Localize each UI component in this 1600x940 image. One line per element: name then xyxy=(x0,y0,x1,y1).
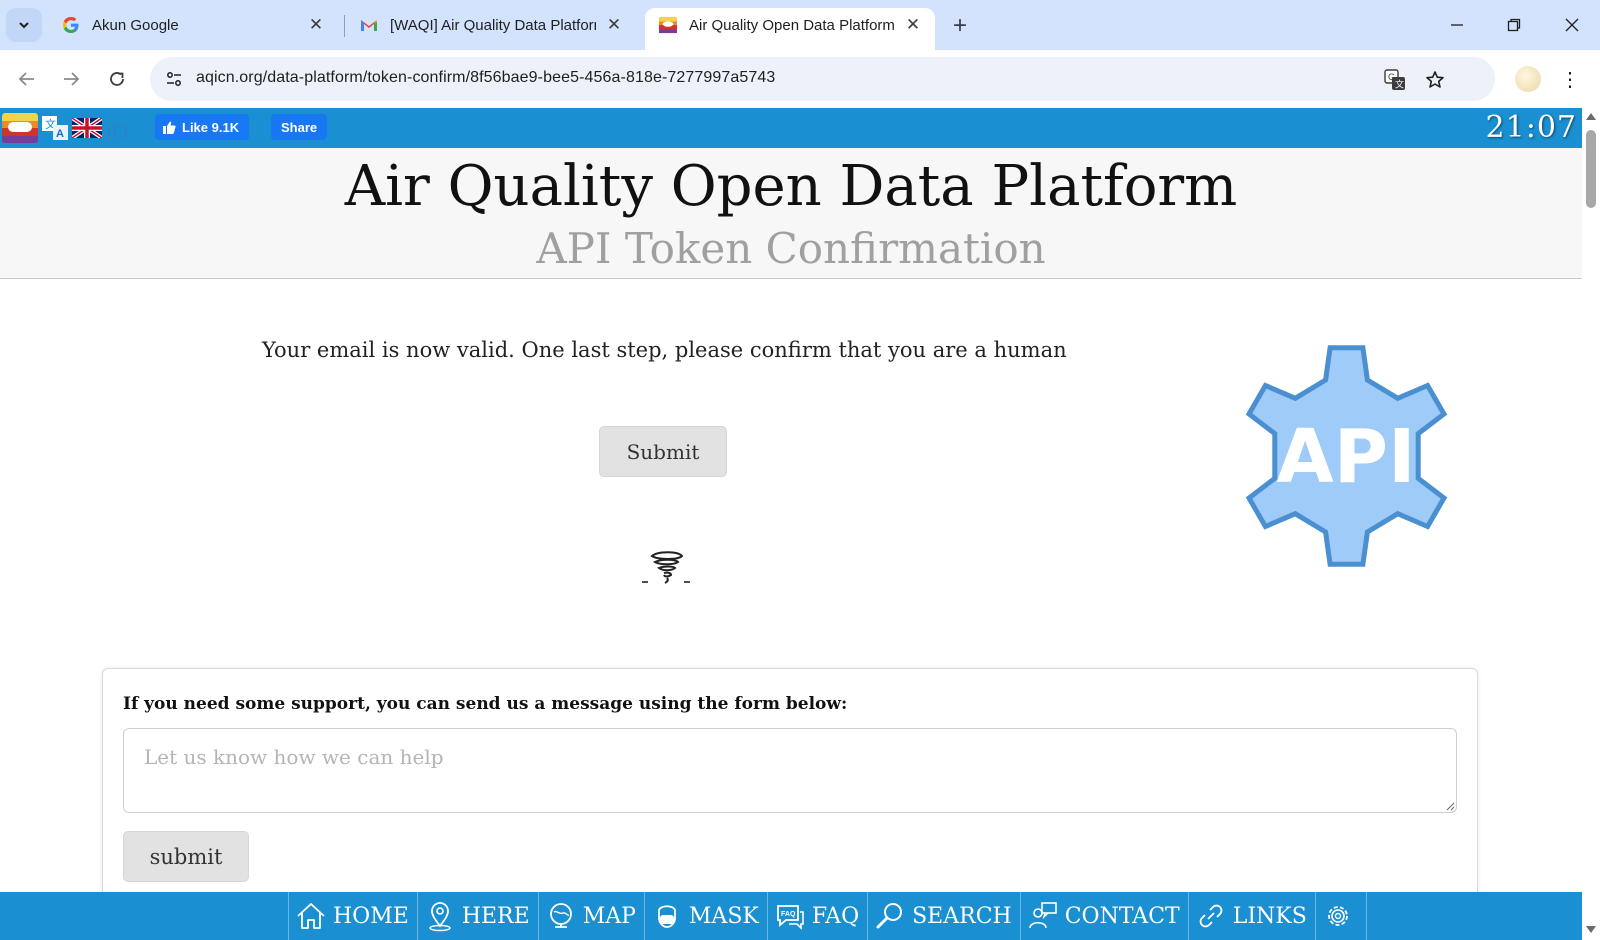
nav-label: LINKS xyxy=(1232,903,1307,929)
support-submit-button[interactable]: submit xyxy=(123,831,249,882)
tornado-loading-icon xyxy=(642,551,690,584)
nav-label: HERE xyxy=(461,903,530,929)
nav-home[interactable]: HOME xyxy=(289,892,418,940)
address-bar[interactable]: aqicn.org/data-platform/token-confirm/8f… xyxy=(150,57,1495,101)
scroll-down-arrow-icon[interactable] xyxy=(1586,926,1596,933)
nav-label: CONTACT xyxy=(1064,903,1180,929)
thumbs-up-icon xyxy=(163,121,176,134)
google-icon xyxy=(62,16,80,34)
restore-icon xyxy=(1507,18,1521,32)
arrow-left-icon xyxy=(18,72,34,86)
scrollbar-thumb[interactable] xyxy=(1586,130,1596,208)
reload-button[interactable] xyxy=(100,62,134,96)
contact-icon xyxy=(1028,902,1057,929)
page-viewport: 文 A ID Like 9.1K Share 21:07 Air Quality… xyxy=(0,108,1582,940)
confirmation-message: Your email is now valid. One last step, … xyxy=(262,338,1067,362)
close-icon[interactable]: ✕ xyxy=(903,15,923,35)
search-icon xyxy=(876,903,903,929)
tab-title: [WAQI] Air Quality Data Platform xyxy=(390,16,596,34)
browser-tabstrip: Akun Google ✕ [WAQI] Air Quality Data Pl… xyxy=(0,0,1600,50)
location-pin-icon xyxy=(429,902,451,932)
uk-flag-icon[interactable] xyxy=(72,118,102,138)
bottom-navigation: HOME HERE MAP MASK FAQ FAQ SEARCH CONTAC… xyxy=(0,892,1582,940)
svg-text:G: G xyxy=(1388,72,1395,82)
site-topbar: 文 A ID Like 9.1K Share 21:07 xyxy=(0,108,1582,152)
tab-akun-google[interactable]: Akun Google ✕ xyxy=(48,8,338,50)
globe-icon xyxy=(549,903,572,928)
browser-toolbar: aqicn.org/data-platform/token-confirm/8f… xyxy=(0,50,1600,108)
close-icon[interactable]: ✕ xyxy=(604,15,624,35)
submit-button[interactable]: Submit xyxy=(599,426,727,477)
forward-button[interactable] xyxy=(54,62,88,96)
minimize-icon xyxy=(1451,24,1463,26)
nav-label: HOME xyxy=(333,903,409,929)
aqicn-icon xyxy=(659,16,677,34)
tab-air-quality-active[interactable]: Air Quality Open Data Platform ✕ xyxy=(645,8,935,50)
faq-bubble-icon: FAQ xyxy=(776,905,804,930)
translate-icon[interactable]: G文 xyxy=(1382,67,1408,93)
mask-icon xyxy=(658,905,676,928)
language-translate-icon[interactable]: 文 A xyxy=(42,116,68,140)
page-title: Air Quality Open Data Platform xyxy=(344,154,1238,219)
clock: 21:07 xyxy=(1485,110,1577,145)
tab-waqi-gmail[interactable]: [WAQI] Air Quality Data Platform ✕ xyxy=(346,8,636,50)
tab-title: Air Quality Open Data Platform xyxy=(689,16,895,34)
close-window-button[interactable] xyxy=(1552,10,1592,40)
restore-button[interactable] xyxy=(1494,10,1534,40)
nav-map[interactable]: MAP xyxy=(539,892,645,940)
nav-contact[interactable]: CONTACT xyxy=(1021,892,1189,940)
reload-icon xyxy=(110,72,124,86)
id-language-label: ID xyxy=(106,120,128,145)
minimize-button[interactable] xyxy=(1437,10,1477,40)
nav-label: MAP xyxy=(582,903,636,929)
page-header: Air Quality Open Data Platform API Token… xyxy=(0,148,1582,279)
svg-text:FAQ: FAQ xyxy=(781,911,796,918)
new-tab-button[interactable]: + xyxy=(946,12,974,40)
chevron-down-icon xyxy=(19,22,29,29)
home-icon xyxy=(297,903,325,929)
site-info-icon[interactable] xyxy=(158,63,190,95)
nav-label: FAQ xyxy=(811,903,860,929)
facebook-like-button[interactable]: Like 9.1K xyxy=(155,114,250,140)
arrow-right-icon xyxy=(64,72,80,86)
gear-icon xyxy=(1327,906,1348,926)
gmail-icon xyxy=(360,16,378,34)
api-logo-text: API xyxy=(1276,414,1415,500)
scroll-up-arrow-icon[interactable] xyxy=(1586,113,1596,120)
back-button[interactable] xyxy=(10,62,44,96)
nav-label: MASK xyxy=(688,903,759,929)
nav-here[interactable]: HERE xyxy=(418,892,539,940)
like-count: Like 9.1K xyxy=(182,119,240,135)
resize-grip-icon[interactable] xyxy=(1445,801,1455,811)
profile-avatar[interactable] xyxy=(1515,66,1541,92)
support-label: If you need some support, you can send u… xyxy=(123,694,848,714)
bookmark-star-icon[interactable] xyxy=(1422,67,1448,93)
nav-links[interactable]: LINKS xyxy=(1189,892,1316,940)
nav-faq[interactable]: FAQ FAQ xyxy=(768,892,869,940)
nav-label: SEARCH xyxy=(912,903,1012,929)
support-message-input[interactable] xyxy=(123,728,1457,813)
aqicn-logo[interactable] xyxy=(2,113,38,143)
close-icon[interactable]: ✕ xyxy=(306,15,326,35)
more-menu-icon[interactable]: ⋮ xyxy=(1558,64,1582,94)
nav-settings[interactable] xyxy=(1316,892,1367,940)
svg-text:A: A xyxy=(56,128,64,140)
nav-mask[interactable]: MASK xyxy=(645,892,768,940)
tab-separator xyxy=(344,15,345,37)
api-gear-logo: API xyxy=(1245,345,1448,567)
svg-text:文: 文 xyxy=(1395,79,1404,90)
close-icon xyxy=(1565,18,1579,32)
facebook-share-button[interactable]: Share xyxy=(271,114,328,140)
tab-search-button[interactable] xyxy=(6,8,42,42)
link-icon xyxy=(1199,904,1223,928)
nav-search[interactable]: SEARCH xyxy=(868,892,1021,940)
page-scrollbar[interactable] xyxy=(1582,108,1600,940)
url-text: aqicn.org/data-platform/token-confirm/8f… xyxy=(196,69,776,86)
page-subtitle: API Token Confirmation xyxy=(536,224,1046,273)
tab-title: Akun Google xyxy=(92,16,179,34)
